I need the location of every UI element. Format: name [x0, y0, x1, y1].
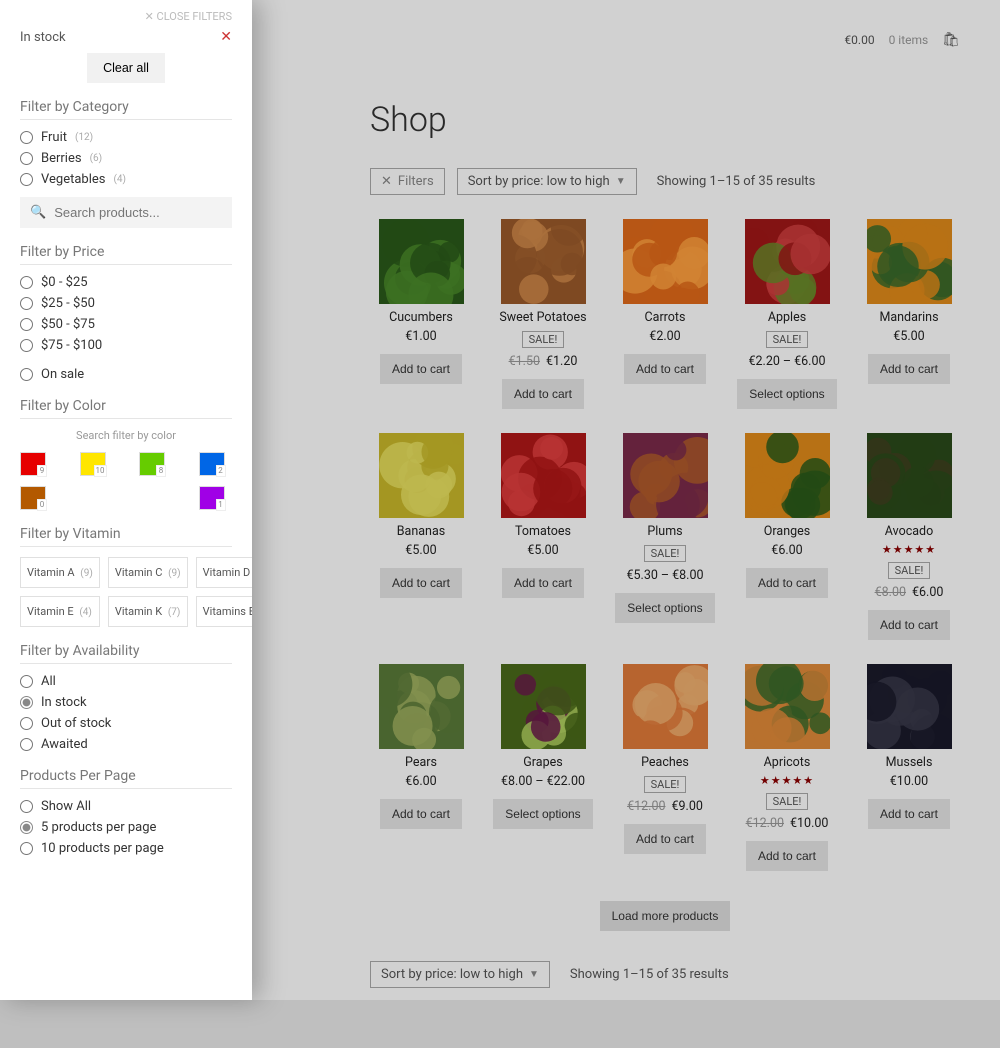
count-badge: 0: [37, 499, 47, 511]
radio-icon[interactable]: [20, 339, 33, 352]
radio-icon[interactable]: [20, 131, 33, 144]
color-swatch[interactable]: 1: [199, 486, 225, 510]
close-filters-button[interactable]: ✕ CLOSE FILTERS: [20, 10, 232, 29]
vitamin-option[interactable]: Vitamins B (8): [196, 596, 252, 627]
count-badge: 8: [156, 465, 166, 477]
category-option[interactable]: Vegetables(4): [20, 172, 232, 187]
price-option[interactable]: $50 - $75: [20, 317, 232, 332]
count-badge: (4): [113, 174, 126, 185]
clear-all-button[interactable]: Clear all: [87, 53, 165, 83]
count-badge: 10: [94, 465, 107, 477]
availability-option[interactable]: Awaited: [20, 737, 232, 752]
perpage-option[interactable]: 10 products per page: [20, 841, 232, 856]
section-color: Filter by Color: [20, 398, 232, 419]
radio-icon[interactable]: [20, 821, 33, 834]
count-badge: 1: [216, 499, 226, 511]
count-badge: (4): [79, 607, 92, 618]
product-search[interactable]: 🔍: [20, 197, 232, 228]
count-badge: (12): [75, 132, 93, 143]
section-price: Filter by Price: [20, 244, 232, 265]
radio-icon[interactable]: [20, 152, 33, 165]
color-swatch[interactable]: 2: [199, 452, 225, 476]
count-badge: 2: [216, 465, 226, 477]
color-hint: Search filter by color: [20, 429, 232, 442]
radio-icon[interactable]: [20, 800, 33, 813]
filter-onsale[interactable]: On sale: [20, 367, 232, 382]
color-swatch[interactable]: 0: [20, 486, 46, 510]
search-input[interactable]: [54, 205, 230, 220]
radio-icon[interactable]: [20, 842, 33, 855]
section-category: Filter by Category: [20, 99, 232, 120]
vitamin-option[interactable]: Vitamin A (9): [20, 557, 100, 588]
radio-icon[interactable]: [20, 696, 33, 709]
radio-icon[interactable]: [20, 318, 33, 331]
section-perpage: Products Per Page: [20, 768, 232, 789]
count-badge: (9): [80, 568, 93, 579]
radio-icon[interactable]: [20, 738, 33, 751]
price-option[interactable]: $25 - $50: [20, 296, 232, 311]
radio-icon[interactable]: [20, 276, 33, 289]
count-badge: 9: [37, 465, 47, 477]
radio-icon[interactable]: [20, 297, 33, 310]
category-option[interactable]: Berries(6): [20, 151, 232, 166]
close-icon: ✕: [145, 10, 154, 23]
filters-sidebar: ✕ CLOSE FILTERS In stock ✕ Clear all Fil…: [0, 0, 252, 1000]
vitamin-option[interactable]: Vitamin E (4): [20, 596, 100, 627]
perpage-option[interactable]: 5 products per page: [20, 820, 232, 835]
radio-icon[interactable]: [20, 173, 33, 186]
section-vitamin: Filter by Vitamin: [20, 526, 232, 547]
vitamin-option[interactable]: Vitamin D (2): [196, 557, 252, 588]
count-badge: (7): [168, 607, 181, 618]
search-icon: 🔍: [30, 205, 46, 220]
color-swatch[interactable]: 8: [139, 452, 165, 476]
radio-icon[interactable]: [20, 368, 33, 381]
remove-chip-icon[interactable]: ✕: [220, 29, 232, 45]
availability-option[interactable]: In stock: [20, 695, 232, 710]
radio-icon[interactable]: [20, 717, 33, 730]
section-availability: Filter by Availability: [20, 643, 232, 664]
vitamin-option[interactable]: Vitamin K (7): [108, 596, 188, 627]
count-badge: (6): [90, 153, 103, 164]
availability-option[interactable]: Out of stock: [20, 716, 232, 731]
color-swatch[interactable]: 9: [20, 452, 46, 476]
count-badge: (9): [168, 568, 181, 579]
color-swatch[interactable]: 10: [80, 452, 106, 476]
category-option[interactable]: Fruit(12): [20, 130, 232, 145]
availability-option[interactable]: All: [20, 674, 232, 689]
perpage-option[interactable]: Show All: [20, 799, 232, 814]
radio-icon[interactable]: [20, 675, 33, 688]
price-option[interactable]: $75 - $100: [20, 338, 232, 353]
active-filter-chip: In stock: [20, 30, 210, 45]
vitamin-option[interactable]: Vitamin C (9): [108, 557, 188, 588]
price-option[interactable]: $0 - $25: [20, 275, 232, 290]
